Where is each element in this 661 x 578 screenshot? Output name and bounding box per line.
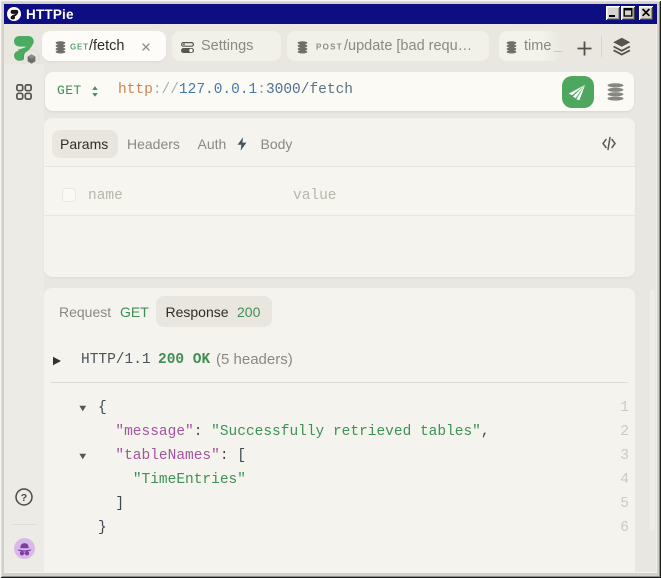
svg-text:?: ?: [21, 492, 27, 504]
